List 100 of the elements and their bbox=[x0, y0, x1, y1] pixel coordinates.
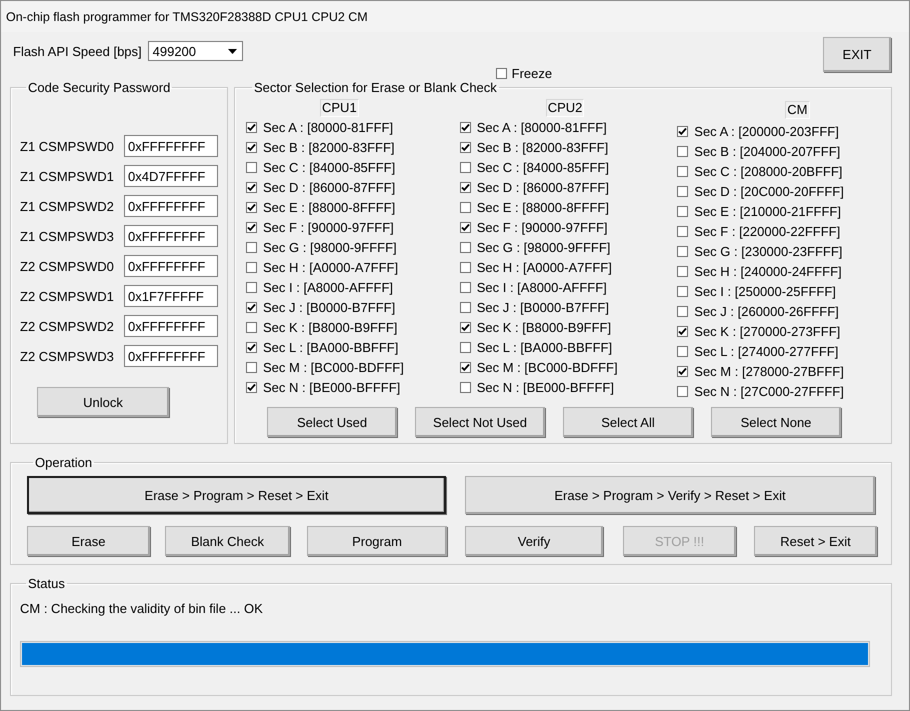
sector-checkbox[interactable] bbox=[677, 266, 688, 276]
sector-checkbox[interactable] bbox=[460, 142, 471, 152]
sector-checkbox[interactable] bbox=[460, 362, 471, 372]
column-heading: CM bbox=[785, 101, 810, 119]
sector-checkbox[interactable] bbox=[246, 342, 257, 352]
password-field[interactable]: 0x4D7FFFFF bbox=[124, 165, 218, 187]
sector-checkbox[interactable] bbox=[677, 206, 688, 216]
password-field[interactable]: 0x1F7FFFFF bbox=[124, 285, 218, 307]
sector-label: Sec B : [204000-207FFF] bbox=[694, 144, 840, 158]
sector-checkbox[interactable] bbox=[677, 146, 688, 156]
sector-checkbox[interactable] bbox=[246, 382, 257, 392]
operation-button[interactable]: Program bbox=[307, 526, 447, 556]
sector-checkbox[interactable] bbox=[677, 126, 688, 136]
password-label: Z2 CSMPSWD1 bbox=[20, 288, 115, 304]
select-button[interactable]: Select None bbox=[711, 407, 841, 437]
password-field[interactable]: 0xFFFFFFFF bbox=[124, 195, 218, 217]
sector-label: Sec H : [A0000-A7FFF] bbox=[476, 260, 612, 274]
speed-label: Flash API Speed [bps] bbox=[13, 44, 142, 58]
speed-dropdown[interactable]: 499200 bbox=[148, 41, 243, 61]
sector-checkbox[interactable] bbox=[246, 222, 257, 232]
sector-checkbox[interactable] bbox=[677, 246, 688, 256]
select-button[interactable]: Select Used bbox=[267, 407, 397, 437]
sector-label: Sec A : [80000-81FFF] bbox=[263, 120, 394, 134]
password-field[interactable]: 0xFFFFFFFF bbox=[124, 225, 218, 247]
sector-label: Sec D : [86000-87FFF] bbox=[263, 180, 396, 194]
sector-checkbox[interactable] bbox=[677, 306, 688, 316]
password-field[interactable]: 0xFFFFFFFF bbox=[124, 315, 218, 337]
operation-button[interactable]: Reset > Exit bbox=[754, 526, 877, 556]
password-label: Z2 CSMPSWD3 bbox=[20, 348, 115, 364]
group-title: Operation bbox=[34, 455, 94, 470]
freeze-checkbox[interactable] bbox=[496, 68, 507, 79]
sector-checkbox[interactable] bbox=[460, 302, 471, 312]
sector-checkbox[interactable] bbox=[677, 366, 688, 376]
sector-label: Sec K : [270000-273FFF] bbox=[694, 324, 840, 338]
operation-button[interactable]: Erase bbox=[27, 526, 150, 556]
sector-checkbox[interactable] bbox=[677, 346, 688, 356]
sector-checkbox[interactable] bbox=[460, 222, 471, 232]
caret-icon bbox=[228, 48, 237, 54]
sector-checkbox[interactable] bbox=[460, 382, 471, 392]
sector-checkbox[interactable] bbox=[246, 182, 257, 192]
group-title: Sector Selection for Erase or Blank Check bbox=[253, 80, 498, 95]
sector-checkbox[interactable] bbox=[677, 386, 688, 396]
sector-checkbox[interactable] bbox=[246, 142, 257, 152]
select-button[interactable]: Select All bbox=[563, 407, 693, 437]
sector-label: Sec J : [260000-26FFFF] bbox=[694, 304, 839, 318]
sector-checkbox[interactable] bbox=[246, 242, 257, 252]
sector-checkbox[interactable] bbox=[246, 262, 257, 272]
password-field[interactable]: 0xFFFFFFFF bbox=[124, 135, 218, 157]
sector-checkbox[interactable] bbox=[246, 362, 257, 372]
sector-checkbox[interactable] bbox=[246, 302, 257, 312]
sector-checkbox[interactable] bbox=[246, 162, 257, 172]
password-label: Z1 CSMPSWD3 bbox=[20, 228, 115, 244]
group-title: Status bbox=[27, 576, 66, 591]
status-message: CM : Checking the validity of bin file ... OK bbox=[20, 601, 264, 618]
sector-checkbox[interactable] bbox=[460, 262, 471, 272]
sector-checkbox[interactable] bbox=[460, 342, 471, 352]
operation-button[interactable]: Verify bbox=[465, 526, 603, 556]
sector-label: Sec C : [84000-85FFF] bbox=[476, 160, 609, 174]
sector-label: Sec M : [BC000-BDFFF] bbox=[476, 360, 618, 374]
sector-checkbox[interactable] bbox=[246, 122, 257, 132]
sector-label: Sec B : [82000-83FFF] bbox=[263, 140, 395, 154]
sector-checkbox[interactable] bbox=[677, 226, 688, 236]
exit-button[interactable]: EXIT bbox=[823, 37, 891, 72]
freeze-label: Freeze bbox=[512, 66, 552, 81]
sector-label: Sec I : [A8000-AFFFF] bbox=[263, 280, 394, 294]
sector-label: Sec A : [80000-81FFF] bbox=[476, 120, 607, 134]
select-button[interactable]: Select Not Used bbox=[415, 407, 545, 437]
sector-label: Sec M : [278000-27BFFF] bbox=[694, 364, 844, 378]
sector-label: Sec M : [BC000-BDFFF] bbox=[263, 360, 404, 374]
sector-checkbox[interactable] bbox=[460, 182, 471, 192]
sector-label: Sec F : [90000-97FFF] bbox=[476, 220, 608, 234]
sector-label: Sec I : [A8000-AFFFF] bbox=[476, 280, 607, 294]
sector-checkbox[interactable] bbox=[460, 122, 471, 132]
sector-label: Sec F : [90000-97FFF] bbox=[263, 220, 394, 234]
sector-label: Sec C : [84000-85FFF] bbox=[263, 160, 396, 174]
sector-label: Sec H : [A0000-A7FFF] bbox=[263, 260, 398, 274]
sector-checkbox[interactable] bbox=[460, 162, 471, 172]
sector-label: Sec N : [27C000-27FFFF] bbox=[694, 384, 844, 398]
sector-checkbox[interactable] bbox=[246, 202, 257, 212]
sector-label: Sec L : [BA000-BBFFF] bbox=[263, 340, 398, 354]
sequence-button[interactable]: Erase > Program > Verify > Reset > Exit bbox=[465, 476, 875, 514]
sector-checkbox[interactable] bbox=[460, 242, 471, 252]
sector-label: Sec A : [200000-203FFF] bbox=[694, 124, 839, 138]
operation-button[interactable]: Blank Check bbox=[165, 526, 290, 556]
sector-label: Sec L : [BA000-BBFFF] bbox=[476, 340, 612, 354]
password-field[interactable]: 0xFFFFFFFF bbox=[124, 345, 218, 367]
sector-checkbox[interactable] bbox=[246, 282, 257, 292]
sector-checkbox[interactable] bbox=[246, 322, 257, 332]
sector-checkbox[interactable] bbox=[460, 282, 471, 292]
password-field[interactable]: 0xFFFFFFFF bbox=[124, 255, 218, 277]
sector-checkbox[interactable] bbox=[677, 166, 688, 176]
sector-checkbox[interactable] bbox=[677, 186, 688, 196]
sequence-button[interactable]: Erase > Program > Reset > Exit bbox=[27, 476, 446, 514]
sector-checkbox[interactable] bbox=[460, 322, 471, 332]
sector-checkbox[interactable] bbox=[677, 286, 688, 296]
sector-checkbox[interactable] bbox=[460, 202, 471, 212]
unlock-button[interactable]: Unlock bbox=[37, 387, 169, 417]
sector-label: Sec F : [220000-22FFFF] bbox=[694, 224, 840, 238]
sector-checkbox[interactable] bbox=[677, 326, 688, 336]
column-heading: CPU2 bbox=[546, 99, 584, 117]
